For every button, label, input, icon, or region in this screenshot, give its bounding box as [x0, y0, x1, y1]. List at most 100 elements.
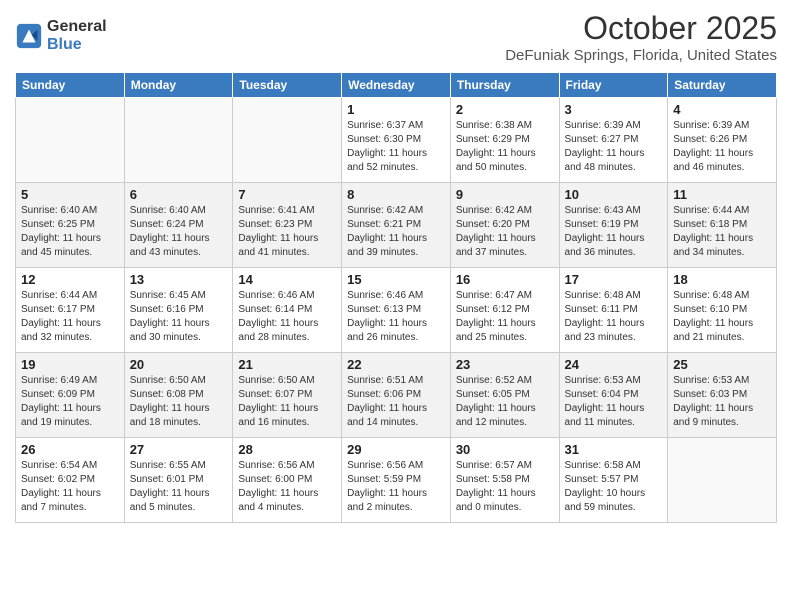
day-number: 26 [21, 442, 119, 457]
day-number: 12 [21, 272, 119, 287]
calendar-cell: 11 Sunrise: 6:44 AMSunset: 6:18 PMDayligh… [668, 183, 777, 268]
day-number: 17 [565, 272, 663, 287]
day-number: 23 [456, 357, 554, 372]
calendar-cell: 9 Sunrise: 6:42 AMSunset: 6:20 PMDaylight… [450, 183, 559, 268]
calendar-cell: 5 Sunrise: 6:40 AMSunset: 6:25 PMDaylight… [16, 183, 125, 268]
day-info: Sunrise: 6:57 AMSunset: 5:58 PMDaylight:… [456, 459, 554, 515]
day-info: Sunrise: 6:53 AMSunset: 6:03 PMDaylight:… [673, 374, 771, 430]
header-day-friday: Friday [559, 73, 668, 98]
day-info: Sunrise: 6:53 AMSunset: 6:04 PMDaylight:… [565, 374, 663, 430]
header-day-saturday: Saturday [668, 73, 777, 98]
day-number: 24 [565, 357, 663, 372]
day-number: 1 [347, 102, 445, 117]
day-number: 8 [347, 187, 445, 202]
day-number: 18 [673, 272, 771, 287]
calendar-cell: 30Sunrise: 6:57 AMSunset: 5:58 PMDayligh… [450, 438, 559, 523]
calendar-week-row: 19 Sunrise: 6:49 AMSunset: 6:09 PMDayligh… [16, 353, 777, 438]
header-day-thursday: Thursday [450, 73, 559, 98]
day-number: 22 [347, 357, 445, 372]
day-info: Sunrise: 6:48 AMSunset: 6:11 PMDaylight:… [565, 289, 663, 345]
day-info: Sunrise: 6:42 AMSunset: 6:21 PMDaylight:… [347, 204, 445, 260]
header-day-monday: Monday [124, 73, 233, 98]
calendar-cell: 7Sunrise: 6:41 AMSunset: 6:23 PMDaylight… [233, 183, 342, 268]
calendar-week-row: 26Sunrise: 6:54 AMSunset: 6:02 PMDayligh… [16, 438, 777, 523]
day-info: Sunrise: 6:50 AMSunset: 6:08 PMDaylight:… [130, 374, 228, 430]
header-day-wednesday: Wednesday [342, 73, 451, 98]
logo: General Blue [15, 18, 107, 53]
day-info: Sunrise: 6:45 AMSunset: 6:16 PMDaylight:… [130, 289, 228, 345]
day-number: 4 [673, 102, 771, 117]
calendar-cell: 2 Sunrise: 6:38 AMSunset: 6:29 PMDaylight… [450, 98, 559, 183]
calendar-cell: 17 Sunrise: 6:48 AMSunset: 6:11 PMDayligh… [559, 268, 668, 353]
day-info: Sunrise: 6:46 AMSunset: 6:14 PMDaylight:… [238, 289, 336, 345]
calendar-cell: 18Sunrise: 6:48 AMSunset: 6:10 PMDayligh… [668, 268, 777, 353]
day-info: Sunrise: 6:42 AMSunset: 6:20 PMDaylight:… [456, 204, 554, 260]
day-info: Sunrise: 6:56 AMSunset: 5:59 PMDaylight:… [347, 459, 445, 515]
day-number: 20 [130, 357, 228, 372]
calendar-header-row: SundayMondayTuesdayWednesdayThursdayFrid… [16, 73, 777, 98]
calendar-cell: 29 Sunrise: 6:56 AMSunset: 5:59 PMDayligh… [342, 438, 451, 523]
calendar-cell: 15 Sunrise: 6:46 AMSunset: 6:13 PMDayligh… [342, 268, 451, 353]
calendar-cell: 25 Sunrise: 6:53 AMSunset: 6:03 PMDayligh… [668, 353, 777, 438]
title-area: October 2025 DeFuniak Springs, Florida, … [505, 10, 777, 64]
day-info: Sunrise: 6:55 AMSunset: 6:01 PMDaylight:… [130, 459, 228, 515]
day-number: 15 [347, 272, 445, 287]
logo-icon [15, 22, 43, 50]
day-info: Sunrise: 6:51 AMSunset: 6:06 PMDaylight:… [347, 374, 445, 430]
day-info: Sunrise: 6:40 AMSunset: 6:24 PMDaylight:… [130, 204, 228, 260]
calendar-cell: 19 Sunrise: 6:49 AMSunset: 6:09 PMDayligh… [16, 353, 125, 438]
day-info: Sunrise: 6:46 AMSunset: 6:13 PMDaylight:… [347, 289, 445, 345]
day-info: Sunrise: 6:49 AMSunset: 6:09 PMDaylight:… [21, 374, 119, 430]
day-info: Sunrise: 6:58 AMSunset: 5:57 PMDaylight:… [565, 459, 663, 515]
header-day-sunday: Sunday [16, 73, 125, 98]
header: General Blue October 2025 DeFuniak Sprin… [15, 10, 777, 64]
day-number: 11 [673, 187, 771, 202]
calendar-week-row: 5 Sunrise: 6:40 AMSunset: 6:25 PMDaylight… [16, 183, 777, 268]
day-number: 21 [238, 357, 336, 372]
day-info: Sunrise: 6:40 AMSunset: 6:25 PMDaylight:… [21, 204, 119, 260]
calendar-cell: 16Sunrise: 6:47 AMSunset: 6:12 PMDayligh… [450, 268, 559, 353]
calendar-cell: 22 Sunrise: 6:51 AMSunset: 6:06 PMDayligh… [342, 353, 451, 438]
calendar-cell: 4 Sunrise: 6:39 AMSunset: 6:26 PMDaylight… [668, 98, 777, 183]
day-info: Sunrise: 6:44 AMSunset: 6:17 PMDaylight:… [21, 289, 119, 345]
location-title: DeFuniak Springs, Florida, United States [505, 47, 777, 64]
day-number: 31 [565, 442, 663, 457]
day-number: 7 [238, 187, 336, 202]
day-info: Sunrise: 6:39 AMSunset: 6:26 PMDaylight:… [673, 119, 771, 175]
calendar-cell: 23 Sunrise: 6:52 AMSunset: 6:05 PMDayligh… [450, 353, 559, 438]
calendar-cell [668, 438, 777, 523]
calendar-cell: 10Sunrise: 6:43 AMSunset: 6:19 PMDayligh… [559, 183, 668, 268]
day-number: 9 [456, 187, 554, 202]
calendar-cell: 12 Sunrise: 6:44 AMSunset: 6:17 PMDayligh… [16, 268, 125, 353]
day-number: 29 [347, 442, 445, 457]
day-info: Sunrise: 6:43 AMSunset: 6:19 PMDaylight:… [565, 204, 663, 260]
calendar-week-row: 12 Sunrise: 6:44 AMSunset: 6:17 PMDayligh… [16, 268, 777, 353]
day-info: Sunrise: 6:52 AMSunset: 6:05 PMDaylight:… [456, 374, 554, 430]
day-number: 27 [130, 442, 228, 457]
calendar-week-row: 1 Sunrise: 6:37 AMSunset: 6:30 PMDaylight… [16, 98, 777, 183]
day-info: Sunrise: 6:39 AMSunset: 6:27 PMDaylight:… [565, 119, 663, 175]
day-info: Sunrise: 6:44 AMSunset: 6:18 PMDaylight:… [673, 204, 771, 260]
calendar-cell [16, 98, 125, 183]
calendar-cell: 21Sunrise: 6:50 AMSunset: 6:07 PMDayligh… [233, 353, 342, 438]
day-number: 2 [456, 102, 554, 117]
day-info: Sunrise: 6:37 AMSunset: 6:30 PMDaylight:… [347, 119, 445, 175]
calendar-cell: 24 Sunrise: 6:53 AMSunset: 6:04 PMDayligh… [559, 353, 668, 438]
calendar-cell: 20 Sunrise: 6:50 AMSunset: 6:08 PMDayligh… [124, 353, 233, 438]
calendar-cell: 3Sunrise: 6:39 AMSunset: 6:27 PMDaylight… [559, 98, 668, 183]
logo-general-label: General [47, 18, 107, 36]
calendar-cell: 14Sunrise: 6:46 AMSunset: 6:14 PMDayligh… [233, 268, 342, 353]
day-number: 16 [456, 272, 554, 287]
logo-text: General Blue [47, 18, 107, 53]
day-number: 28 [238, 442, 336, 457]
day-info: Sunrise: 6:38 AMSunset: 6:29 PMDaylight:… [456, 119, 554, 175]
day-number: 19 [21, 357, 119, 372]
calendar-cell: 13 Sunrise: 6:45 AMSunset: 6:16 PMDayligh… [124, 268, 233, 353]
calendar-table: SundayMondayTuesdayWednesdayThursdayFrid… [15, 72, 777, 523]
calendar-cell: 1 Sunrise: 6:37 AMSunset: 6:30 PMDaylight… [342, 98, 451, 183]
header-day-tuesday: Tuesday [233, 73, 342, 98]
day-number: 5 [21, 187, 119, 202]
day-number: 13 [130, 272, 228, 287]
day-number: 25 [673, 357, 771, 372]
calendar-cell: 26Sunrise: 6:54 AMSunset: 6:02 PMDayligh… [16, 438, 125, 523]
